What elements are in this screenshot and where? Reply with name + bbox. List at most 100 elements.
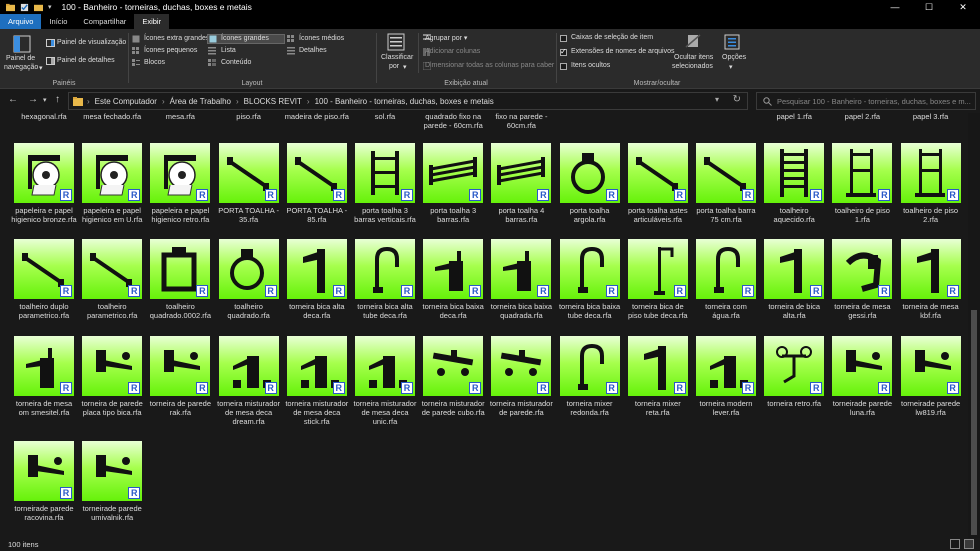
file-label-partial[interactable]: mesa.rfa — [147, 113, 213, 122]
hide-selected-button[interactable]: Ocultar itens — [674, 54, 713, 61]
breadcrumb-item[interactable]: BLOCKS REVIT — [244, 97, 302, 106]
file-item[interactable]: Rtorneira bica de piso tube deca.rfa — [625, 239, 691, 331]
scrollbar-thumb[interactable] — [971, 310, 977, 535]
file-item[interactable]: Rtorneira misturador de parede.rfa — [488, 336, 554, 428]
file-item[interactable]: Rtorneirade parede lw819.rfa — [898, 336, 964, 428]
up-button[interactable]: ↑ — [55, 94, 60, 105]
file-item[interactable]: Rtorneira misturador de mesa deca unic.r… — [352, 336, 418, 428]
file-item[interactable]: Rpapeleira e papel higienico bronze.rfa — [11, 143, 77, 235]
file-extensions-checkbox[interactable] — [560, 47, 567, 56]
file-item[interactable]: Rtorneirade parede racovina.rfa — [11, 441, 77, 533]
details-view-option[interactable]: Detalhes — [287, 46, 363, 56]
file-item[interactable]: Rtorneira bica baixa deca.rfa — [420, 239, 486, 331]
file-label-partial[interactable]: papel 2.rfa — [829, 113, 895, 122]
file-item[interactable]: Rporta toalha 4 barras.rfa — [488, 143, 554, 235]
file-item[interactable]: Rtoalheiro de piso 2.rfa — [898, 143, 964, 235]
tab-3[interactable]: Exibir — [134, 14, 170, 29]
tab-2[interactable]: Compartilhar — [75, 14, 134, 29]
properties-icon[interactable] — [20, 3, 29, 12]
file-item[interactable]: Rtoalheiro parametrico.rfa — [79, 239, 145, 331]
file-item[interactable]: Rtorneirade parede umivalnik.rfa — [79, 441, 145, 533]
content-option[interactable]: Conteúdo — [207, 58, 283, 68]
preview-pane-button[interactable]: Painel de visualização — [57, 39, 126, 46]
file-item[interactable]: Rtorneira modern lever.rfa — [693, 336, 759, 428]
breadcrumb-item[interactable]: Este Computador — [95, 97, 157, 106]
file-label-partial[interactable]: mesa fechado.rfa — [79, 113, 145, 122]
file-item[interactable]: Rtorneira de bica alta.rfa — [761, 239, 827, 331]
file-item[interactable]: R PORTA TOALHA - 85.rfa — [284, 143, 350, 235]
file-item[interactable]: Rtorneira mixer redonda.rfa — [557, 336, 623, 428]
file-item[interactable]: Rtorneira bica alta deca.rfa — [284, 239, 350, 331]
navigation-pane-button[interactable]: Painel de — [6, 55, 35, 62]
file-item[interactable]: Rporta toalha barra 75 cm.rfa — [693, 143, 759, 235]
file-item[interactable]: Rpapeleira e papel higienico em U.rfa — [79, 143, 145, 235]
options-dropdown-icon[interactable]: ▾ — [729, 63, 733, 71]
file-item[interactable]: Rtorneirade parede luna.rfa — [829, 336, 895, 428]
file-label-partial[interactable]: madeira de piso.rfa — [284, 113, 350, 122]
tab-1[interactable]: Início — [41, 14, 75, 29]
size-columns-button[interactable]: Dimensionar todas as colunas para caber — [425, 62, 554, 69]
file-item[interactable]: Rtorneira misturador de mesa deca stick.… — [284, 336, 350, 428]
file-item[interactable]: Rporta toalha astes articuláveis.rfa — [625, 143, 691, 235]
file-item[interactable]: Rporta toalha argola.rfa — [557, 143, 623, 235]
file-item[interactable]: Rtoalheiro aquecido.rfa — [761, 143, 827, 235]
sort-by-button[interactable]: Classificar — [381, 54, 413, 61]
recent-locations-button[interactable]: ▾ — [43, 96, 47, 104]
file-item[interactable]: R PORTA TOALHA - 35.rfa — [216, 143, 282, 235]
address-history-button[interactable]: ▾ — [715, 95, 719, 104]
file-label-partial[interactable]: papel 3.rfa — [898, 113, 964, 122]
details-pane-button[interactable]: Painel de detalhes — [57, 57, 115, 64]
file-item[interactable]: Rtorneira bica alta tube deca.rfa — [352, 239, 418, 331]
file-item[interactable]: Rtorneira de parede rak.rfa — [147, 336, 213, 428]
file-item[interactable]: Rtorneira misturador de mesa deca dream.… — [216, 336, 282, 428]
options-button[interactable]: Opções — [722, 54, 746, 61]
refresh-button[interactable]: ↻ — [733, 94, 741, 105]
small-icons-option[interactable]: Ícones pequenos — [131, 46, 207, 56]
file-item[interactable]: Rtorneira de mesa om smesitel.rfa — [11, 336, 77, 428]
large-icons-view-icon[interactable] — [964, 539, 974, 549]
file-item[interactable]: Rtoalheiro quadrado.rfa — [216, 239, 282, 331]
file-item[interactable]: Rporta toalha 3 barras verticais.rfa — [352, 143, 418, 235]
file-item[interactable]: Rtorneira de mesa kbf.rfa — [898, 239, 964, 331]
file-item[interactable]: Rtorneira bica baixa quadrada.rfa — [488, 239, 554, 331]
file-item[interactable]: Rtorneira misturador de parede cubo.rfa — [420, 336, 486, 428]
hidden-items-checkbox[interactable] — [560, 63, 567, 70]
details-view-icon[interactable] — [950, 539, 960, 549]
file-label-partial[interactable]: sol.rfa — [352, 113, 418, 122]
file-item[interactable]: Rtorneira mixer reta.rfa — [625, 336, 691, 428]
file-item[interactable]: Rporta toalha 3 barras.rfa — [420, 143, 486, 235]
file-item[interactable]: Rtoalheiro de piso 1.rfa — [829, 143, 895, 235]
tab-0[interactable]: Arquivo — [0, 14, 42, 29]
file-item[interactable]: Rtoalheiro quadrado.0002.rfa — [147, 239, 213, 331]
back-button[interactable]: ← — [8, 94, 18, 105]
close-button[interactable]: ✕ — [946, 0, 980, 14]
file-label-partial[interactable]: piso.rfa — [216, 113, 282, 122]
forward-button[interactable]: → — [28, 94, 38, 105]
search-input[interactable]: Pesquisar 100 - Banheiro - torneiras, du… — [756, 92, 976, 110]
quick-access-dropdown-icon[interactable]: ▾ — [48, 3, 52, 11]
file-item[interactable]: Rtoalheiro duplo parametrico.rfa — [11, 239, 77, 331]
file-item[interactable]: Rtorneira de parede placa tipo bica.rfa — [79, 336, 145, 428]
item-checkboxes-checkbox[interactable] — [560, 35, 567, 42]
list-option[interactable]: Lista — [207, 46, 283, 56]
maximize-button[interactable]: ☐ — [912, 0, 946, 14]
medium-icons-option[interactable]: Ícones médios — [287, 34, 363, 44]
file-label-partial[interactable]: fixo na parede - 60cm.rfa — [488, 113, 554, 130]
sort-by-dropdown-icon[interactable]: ▾ — [403, 63, 407, 71]
file-item[interactable]: Rtorneira retro.rfa — [761, 336, 827, 428]
add-columns-button[interactable]: Adicionar colunas — [425, 48, 480, 55]
breadcrumb-item[interactable]: 100 - Banheiro - torneiras, duchas, boxe… — [315, 97, 494, 106]
minimize-button[interactable]: — — [878, 0, 912, 14]
file-label-partial[interactable]: hexagonal.rfa — [11, 113, 77, 122]
navigation-pane-dropdown-icon[interactable]: ▾ — [39, 64, 43, 72]
new-folder-icon[interactable] — [34, 3, 43, 12]
large-icons-option[interactable]: Ícones grandes — [207, 34, 285, 44]
file-item[interactable]: Rtorneira com água.rfa — [693, 239, 759, 331]
file-label-partial[interactable]: papel 1.rfa — [761, 113, 827, 122]
file-label-partial[interactable]: quadrado fixo na parede - 60cm.rfa — [420, 113, 486, 130]
file-item[interactable]: Rtorneira bica baixa tube deca.rfa — [557, 239, 623, 331]
group-by-button[interactable]: Agrupar por ▾ — [425, 34, 467, 42]
breadcrumb-item[interactable]: Área de Trabalho — [170, 97, 231, 106]
tiles-option[interactable]: Blocos — [131, 58, 207, 68]
file-item[interactable]: Rpapeleira e papel higienico retro.rfa — [147, 143, 213, 235]
